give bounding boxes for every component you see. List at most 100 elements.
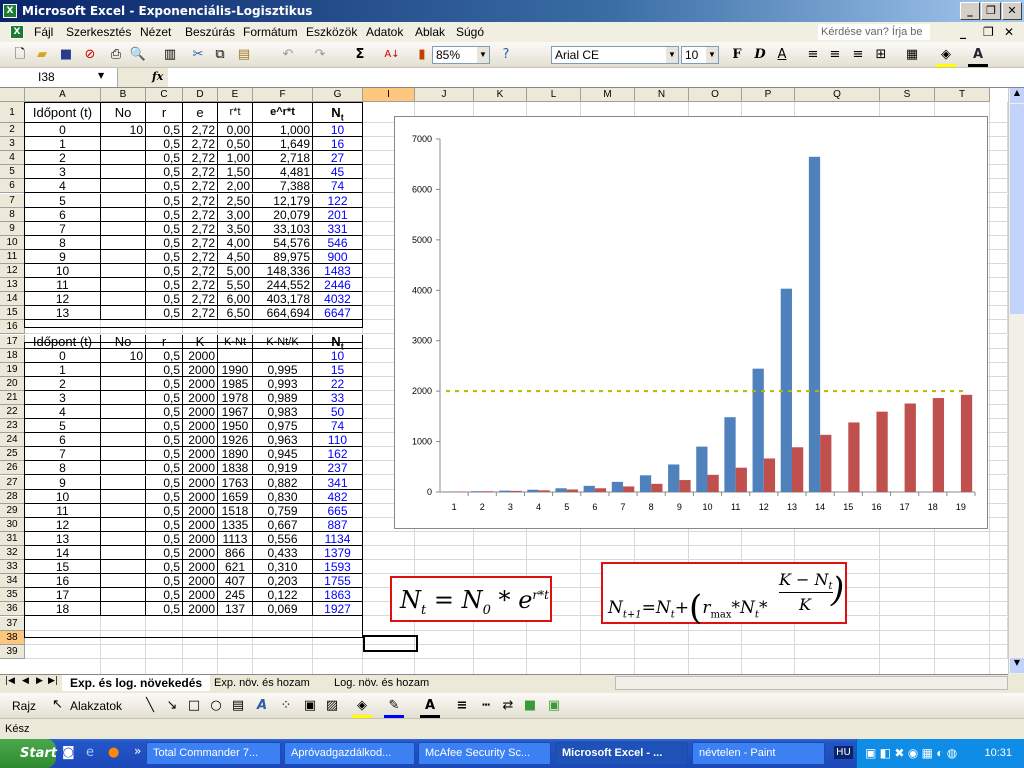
- menu-file[interactable]: Fájl: [34, 25, 53, 39]
- chevron-down-icon[interactable]: ▼: [477, 47, 489, 63]
- tab-nav-prev-icon[interactable]: ◀: [22, 676, 29, 686]
- undo-icon[interactable]: ↶: [278, 46, 298, 64]
- column-header-K[interactable]: K: [474, 88, 527, 102]
- row-header-9[interactable]: 9: [0, 221, 25, 236]
- row-header-19[interactable]: 19: [0, 362, 25, 377]
- scroll-up-icon[interactable]: ▲: [1010, 88, 1024, 103]
- line-icon[interactable]: ╲: [140, 697, 160, 715]
- row-header-31[interactable]: 31: [0, 531, 25, 546]
- italic-button[interactable]: D: [750, 46, 770, 64]
- insert-function-icon[interactable]: fx: [152, 70, 163, 83]
- row-header-15[interactable]: 15: [0, 306, 25, 321]
- doc-minimize-button[interactable]: _: [960, 25, 966, 39]
- menu-format[interactable]: Formátum: [243, 25, 298, 39]
- menu-view[interactable]: Nézet: [140, 25, 171, 39]
- row-header-35[interactable]: 35: [0, 588, 25, 603]
- row-header-16[interactable]: 16: [0, 320, 25, 335]
- row-header-38[interactable]: 38: [0, 630, 25, 645]
- row-header-26[interactable]: 26: [0, 461, 25, 476]
- row-header-28[interactable]: 28: [0, 489, 25, 504]
- diagram-icon[interactable]: ⁘: [276, 697, 296, 715]
- column-header-N[interactable]: N: [635, 88, 689, 102]
- chevron-down-icon[interactable]: ▼: [666, 47, 678, 63]
- row-header-21[interactable]: 21: [0, 390, 25, 405]
- column-header-Q[interactable]: Q: [795, 88, 880, 102]
- column-header-I[interactable]: I: [363, 88, 415, 102]
- row-header-30[interactable]: 30: [0, 517, 25, 532]
- chart-wizard-icon[interactable]: ▮: [412, 46, 432, 64]
- tab-nav-first-icon[interactable]: |◀: [5, 676, 15, 686]
- menu-tools[interactable]: Eszközök: [306, 25, 357, 39]
- shadow-icon[interactable]: ■: [520, 697, 540, 715]
- column-header-P[interactable]: P: [742, 88, 795, 102]
- line-style-icon[interactable]: ≡: [452, 697, 472, 715]
- maximize-button[interactable]: ❐: [981, 2, 1001, 20]
- column-header-O[interactable]: O: [689, 88, 742, 102]
- autosum-button[interactable]: Σ: [350, 46, 370, 64]
- row-header-2[interactable]: 2: [0, 123, 25, 138]
- task-word[interactable]: Apróvadgazdálkod...: [284, 742, 415, 765]
- horizontal-scrollbar[interactable]: [615, 676, 1008, 690]
- column-header-E[interactable]: E: [218, 88, 253, 102]
- scroll-thumb[interactable]: [1010, 104, 1024, 314]
- row-header-32[interactable]: 32: [0, 546, 25, 561]
- select-all-corner[interactable]: [0, 88, 25, 102]
- menu-window[interactable]: Ablak: [415, 25, 445, 39]
- print-icon[interactable]: ⎙: [106, 46, 126, 64]
- rectangle-icon[interactable]: □: [184, 697, 204, 715]
- permission-icon[interactable]: ⊘: [80, 46, 100, 64]
- row-header-29[interactable]: 29: [0, 503, 25, 518]
- row-header-13[interactable]: 13: [0, 278, 25, 293]
- bold-button[interactable]: F: [727, 46, 747, 64]
- row-header-36[interactable]: 36: [0, 602, 25, 617]
- draw-menu[interactable]: Rajz: [12, 699, 36, 713]
- row-header-6[interactable]: 6: [0, 179, 25, 194]
- wordart-icon[interactable]: A: [252, 697, 272, 715]
- chart[interactable]: 0 1000 2000 3000 4000 5000 6000 7000 1 2 3 4 5 6 7 8 9 10…: [394, 116, 988, 529]
- fill-color-icon[interactable]: ◈: [936, 46, 956, 67]
- save-icon[interactable]: ■: [56, 46, 76, 64]
- underline-button[interactable]: A: [772, 46, 792, 64]
- active-cell-I38[interactable]: [363, 635, 418, 652]
- row-header-27[interactable]: 27: [0, 475, 25, 490]
- row-header-8[interactable]: 8: [0, 207, 25, 222]
- quicklaunch-ie-icon[interactable]: e: [86, 745, 94, 760]
- row-header-5[interactable]: 5: [0, 165, 25, 180]
- dash-style-icon[interactable]: ┅: [476, 697, 496, 715]
- tab-exp-log[interactable]: Exp. és log. növekedés: [62, 675, 211, 691]
- column-header-G[interactable]: G: [313, 88, 363, 102]
- menu-help[interactable]: Súgó: [456, 25, 484, 39]
- row-header-22[interactable]: 22: [0, 405, 25, 420]
- help-search-input[interactable]: Kérdése van? Írja be ide.: [818, 24, 930, 54]
- task-paint[interactable]: névtelen - Paint: [692, 742, 825, 765]
- borders-icon[interactable]: ▦: [902, 46, 922, 64]
- align-center-icon[interactable]: ≡: [825, 46, 845, 64]
- help-icon[interactable]: ?: [496, 46, 516, 64]
- research-icon[interactable]: ▥: [160, 46, 180, 64]
- arrow-icon[interactable]: ↘: [162, 697, 182, 715]
- open-icon[interactable]: ▰: [32, 46, 52, 64]
- sort-ascending-icon[interactable]: A↓: [382, 46, 402, 64]
- textbox-icon[interactable]: ▤: [228, 697, 248, 715]
- print-preview-icon[interactable]: 🔍: [128, 46, 148, 64]
- row-header-3[interactable]: 3: [0, 137, 25, 152]
- font-size-select[interactable]: 10 ▼: [681, 46, 719, 64]
- zoom-select[interactable]: 85% ▼: [432, 46, 490, 64]
- quicklaunch-more-icon[interactable]: »: [134, 744, 141, 758]
- line-color-icon[interactable]: ✎: [384, 697, 404, 718]
- menu-data[interactable]: Adatok: [366, 25, 403, 39]
- row-header-23[interactable]: 23: [0, 419, 25, 434]
- row-header-1[interactable]: 1: [0, 102, 25, 123]
- tab-nav-last-icon[interactable]: ▶|: [48, 676, 58, 686]
- row-header-7[interactable]: 7: [0, 193, 25, 208]
- worksheet-grid[interactable]: A B C D E F G I J K L M N O P Q S T 1 2 3 4 5 6 7 8 9 10 11 12 13 14 15 1…: [0, 88, 1008, 674]
- name-box[interactable]: I38 ▼: [0, 68, 118, 87]
- arrow-style-icon[interactable]: ⇄: [498, 697, 518, 715]
- quicklaunch-desktop-icon[interactable]: ◙: [62, 745, 75, 760]
- column-header-C[interactable]: C: [146, 88, 183, 102]
- new-icon[interactable]: 🗋: [10, 46, 30, 64]
- row-header-18[interactable]: 18: [0, 348, 25, 363]
- cut-icon[interactable]: ✂: [188, 46, 208, 64]
- paste-icon[interactable]: ▤: [234, 46, 254, 64]
- column-header-D[interactable]: D: [183, 88, 218, 102]
